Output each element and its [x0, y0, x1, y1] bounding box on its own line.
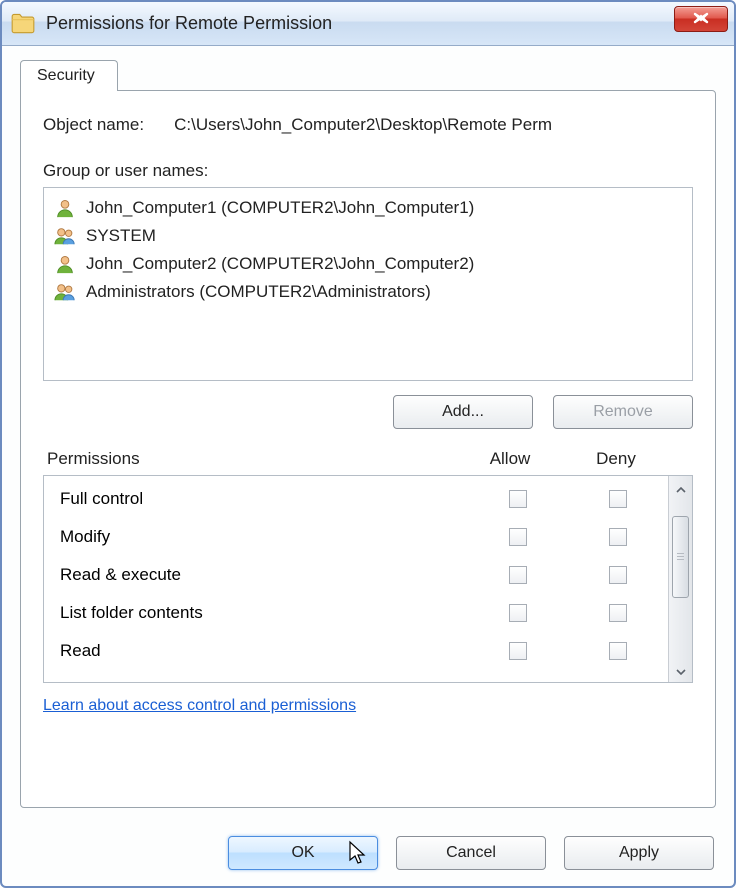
permissions-scrollbar[interactable]: [668, 476, 692, 682]
allow-checkbox[interactable]: [509, 642, 527, 660]
learn-link[interactable]: Learn about access control and permissio…: [43, 697, 356, 714]
users-icon: [54, 281, 76, 303]
tabstrip: Security: [20, 60, 716, 90]
user-icon: [54, 197, 76, 219]
allow-checkbox[interactable]: [509, 490, 527, 508]
deny-checkbox[interactable]: [609, 528, 627, 546]
apply-button[interactable]: Apply: [564, 836, 714, 870]
close-icon: [692, 11, 710, 28]
client-area: Security Object name: C:\Users\John_Comp…: [2, 46, 734, 822]
list-item-label: John_Computer1 (COMPUTER2\John_Computer1…: [86, 198, 474, 218]
add-button[interactable]: Add...: [393, 395, 533, 429]
permission-row: Modify: [60, 518, 668, 556]
list-item[interactable]: John_Computer1 (COMPUTER2\John_Computer1…: [52, 194, 684, 222]
permissions-col-name: Permissions: [47, 449, 457, 469]
tab-panel-security: Object name: C:\Users\John_Computer2\Des…: [20, 90, 716, 808]
allow-checkbox[interactable]: [509, 566, 527, 584]
permissions-dialog: Permissions for Remote Permission Securi…: [0, 0, 736, 888]
permission-row: Full control: [60, 480, 668, 518]
permission-name: Read: [60, 641, 468, 661]
deny-checkbox[interactable]: [609, 566, 627, 584]
list-item[interactable]: SYSTEM: [52, 222, 684, 250]
permissions-header: Permissions Allow Deny: [43, 449, 693, 475]
deny-checkbox[interactable]: [609, 490, 627, 508]
list-item-label: John_Computer2 (COMPUTER2\John_Computer2…: [86, 254, 474, 274]
permissions-col-allow: Allow: [457, 449, 563, 469]
folder-icon: [10, 11, 36, 37]
scrollbar-thumb[interactable]: [672, 516, 689, 598]
cancel-button[interactable]: Cancel: [396, 836, 546, 870]
dialog-footer: OK Cancel Apply: [2, 822, 734, 886]
allow-checkbox[interactable]: [509, 528, 527, 546]
group-user-label: Group or user names:: [43, 161, 693, 181]
permission-name: Read & execute: [60, 565, 468, 585]
list-item-label: SYSTEM: [86, 226, 156, 246]
chevron-down-icon: [676, 662, 686, 679]
users-icon: [54, 225, 76, 247]
permissions-col-deny: Deny: [563, 449, 669, 469]
tab-security[interactable]: Security: [20, 60, 118, 91]
permission-name: Modify: [60, 527, 468, 547]
deny-checkbox[interactable]: [609, 642, 627, 660]
chevron-up-icon: [676, 480, 686, 497]
list-item[interactable]: Administrators (COMPUTER2\Administrators…: [52, 278, 684, 306]
user-icon: [54, 253, 76, 275]
close-button[interactable]: [674, 6, 728, 32]
scrollbar-track[interactable]: [669, 500, 692, 658]
list-item-label: Administrators (COMPUTER2\Administrators…: [86, 282, 431, 302]
list-item[interactable]: John_Computer2 (COMPUTER2\John_Computer2…: [52, 250, 684, 278]
object-name-row: Object name: C:\Users\John_Computer2\Des…: [43, 115, 693, 135]
object-name-value: C:\Users\John_Computer2\Desktop\Remote P…: [174, 115, 552, 135]
permission-name: Full control: [60, 489, 468, 509]
permission-name: List folder contents: [60, 603, 468, 623]
permissions-list: Full control Modify Read & execute List fol…: [43, 475, 693, 683]
group-user-list[interactable]: John_Computer1 (COMPUTER2\John_Computer1…: [43, 187, 693, 381]
object-name-label: Object name:: [43, 115, 144, 135]
titlebar[interactable]: Permissions for Remote Permission: [2, 2, 734, 46]
permission-row: Read & execute: [60, 556, 668, 594]
permission-row: Read: [60, 632, 668, 670]
scroll-down-button[interactable]: [669, 658, 692, 682]
ok-button[interactable]: OK: [228, 836, 378, 870]
user-buttons-row: Add... Remove: [43, 395, 693, 429]
permission-row: List folder contents: [60, 594, 668, 632]
permissions-scroll-area: Full control Modify Read & execute List fol…: [44, 476, 668, 682]
remove-button: Remove: [553, 395, 693, 429]
help-link-row: Learn about access control and permissio…: [43, 697, 693, 715]
scroll-up-button[interactable]: [669, 476, 692, 500]
deny-checkbox[interactable]: [609, 604, 627, 622]
allow-checkbox[interactable]: [509, 604, 527, 622]
window-title: Permissions for Remote Permission: [46, 13, 332, 34]
